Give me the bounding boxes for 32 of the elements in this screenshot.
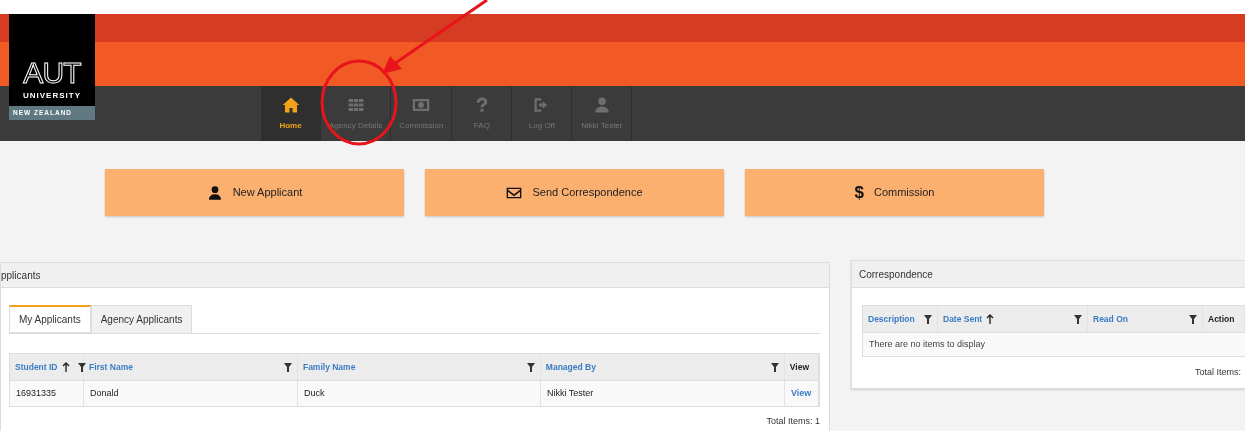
sort-ascending-icon[interactable] xyxy=(986,314,995,324)
total-items: Total Items: xyxy=(1195,366,1241,379)
filter-icon[interactable] xyxy=(770,362,779,372)
table-cell[interactable]: View xyxy=(785,381,819,406)
logo-mark: AUT xyxy=(23,58,81,88)
user-icon xyxy=(206,184,223,201)
table-cell: Duck xyxy=(298,381,541,406)
home-icon xyxy=(281,95,300,114)
dollar-icon: $ xyxy=(854,184,864,201)
filter-icon[interactable] xyxy=(77,362,86,372)
tab[interactable]: My Applicants xyxy=(9,305,91,333)
panel-title: Correspondence xyxy=(852,261,1245,288)
empty-message: There are no items to display xyxy=(869,337,986,351)
filter-icon[interactable] xyxy=(924,314,932,324)
sort-ascending-icon[interactable] xyxy=(61,362,70,372)
tab[interactable]: Agency Applicants xyxy=(90,305,193,333)
action-button[interactable]: New Applicant xyxy=(105,169,404,216)
total-items: Total Items: 1 xyxy=(766,415,820,428)
logo-text: UNIVERSITY xyxy=(23,90,81,102)
user-icon xyxy=(592,95,611,114)
panel-title: pplicants xyxy=(1,263,829,288)
table-cell: Donald xyxy=(84,381,298,406)
filter-icon[interactable] xyxy=(283,362,292,372)
filter-icon[interactable] xyxy=(1074,314,1082,324)
filter-icon[interactable] xyxy=(1189,314,1197,324)
table-cell: Nikki Tester xyxy=(541,381,785,406)
envelope-icon xyxy=(506,185,523,200)
action-button[interactable]: $ Commission xyxy=(745,169,1044,216)
filter-icon[interactable] xyxy=(526,362,535,372)
table-cell: 16931335 xyxy=(10,381,84,406)
nav-tab[interactable]: Home xyxy=(261,86,321,141)
action-button[interactable]: Send Correspondence xyxy=(425,169,724,216)
